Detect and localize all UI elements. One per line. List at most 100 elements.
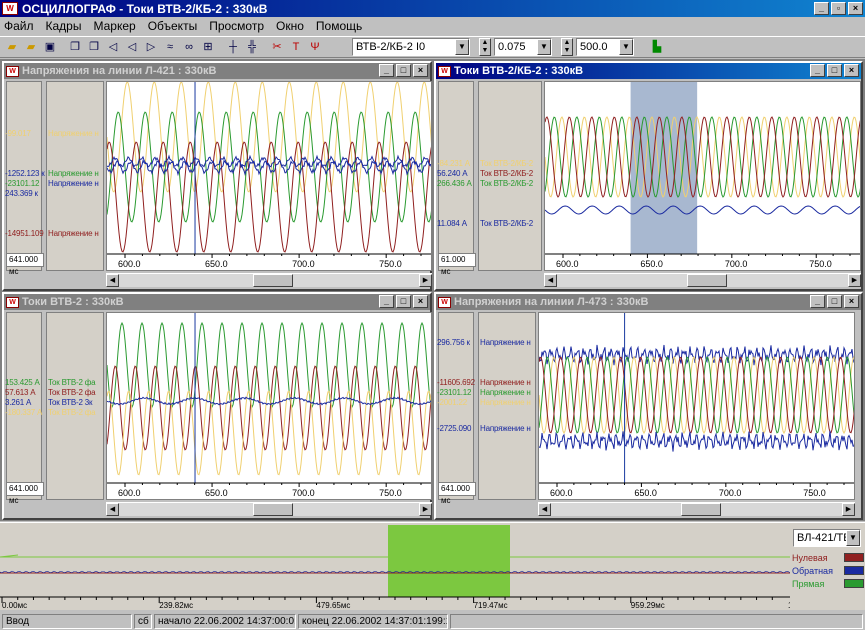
waveform-plot[interactable]: 600.0 650.0 700.0 750.0 (106, 312, 432, 500)
channel-name[interactable]: Напряжение н (480, 388, 536, 397)
oscillograph-icon[interactable]: W (2, 2, 18, 15)
window-vtv2-kb2[interactable]: W Токи ВТВ-2/КБ-2 : 330кВ _ □ × -84.231 А5… (434, 61, 863, 291)
text-icon[interactable]: T (288, 39, 304, 55)
save-icon[interactable]: ▣ (42, 39, 58, 55)
menu-marker[interactable]: Маркер (93, 19, 135, 33)
close-button[interactable]: × (844, 64, 859, 77)
channel-name[interactable]: Напряжение н (480, 398, 536, 407)
menu-help[interactable]: Помощь (316, 19, 362, 33)
range-spinner[interactable]: ▲ ▼ (561, 38, 573, 56)
channel-name[interactable]: Напряжение н (48, 229, 104, 238)
overview-panel[interactable]: 0.00мс 239.82мс 479.65мс 719.47мс 959.29мс 11… (0, 522, 865, 610)
maximize-button[interactable]: □ (396, 64, 411, 77)
channel-name[interactable]: Ток ВТВ-2 фа (48, 378, 104, 387)
channel-name[interactable]: Напряжение н (48, 179, 104, 188)
minimize-button[interactable]: _ (814, 2, 829, 15)
minimize-button[interactable]: _ (379, 295, 394, 308)
channel-name[interactable]: Напряжение н (48, 129, 104, 138)
channel-name[interactable]: Ток ВТВ-2/КБ-2 (480, 159, 542, 168)
menu-objects[interactable]: Объекты (148, 19, 198, 33)
line-select[interactable]: ВЛ-421/ТЕ ▼ (793, 529, 861, 547)
wave-icon[interactable]: ≈ (162, 39, 178, 55)
open-icon[interactable]: ▰ (4, 39, 20, 55)
channel-name[interactable]: Напряжение н (48, 169, 104, 178)
scroll-left-icon[interactable]: ◀ (106, 274, 119, 287)
menu-window[interactable]: Окно (276, 19, 304, 33)
scroll-thumb[interactable] (686, 274, 727, 287)
window-vtv2[interactable]: W Токи ВТВ-2 : 330кВ _ □ × 153.425 А 57.613… (2, 292, 432, 520)
legend-item[interactable]: Нулевая (792, 551, 864, 564)
scroll-left-icon[interactable]: ◀ (106, 503, 119, 516)
menu-frames[interactable]: Кадры (46, 19, 82, 33)
zoom-icon[interactable]: ∞ (181, 39, 197, 55)
scroll-thumb[interactable] (252, 503, 293, 516)
horizontal-scrollbar[interactable]: ◀ ▶ (106, 502, 432, 516)
marker-icon[interactable]: ┼ (225, 39, 241, 55)
channel-name[interactable]: Напряжение н (480, 338, 536, 347)
chevron-down-icon[interactable]: ▼ (455, 39, 469, 55)
cut-icon[interactable]: ✂ (269, 39, 285, 55)
maximize-button[interactable]: □ (827, 295, 842, 308)
horizontal-scrollbar[interactable]: ◀ ▶ (544, 273, 861, 287)
channel-name[interactable]: Ток ВТВ-2/КБ-2 (480, 169, 542, 178)
window-l421[interactable]: W Напряжения на линии Л-421 : 330кВ _ □ × … (2, 61, 432, 291)
window-title-bar[interactable]: W Токи ВТВ-2 : 330кВ _ □ × (4, 294, 430, 310)
window-title-bar[interactable]: W Напряжения на линии Л-473 : 330кВ _ □ × (436, 294, 861, 310)
step-spinner[interactable]: ▲ ▼ (479, 38, 491, 56)
scroll-thumb[interactable] (680, 503, 721, 516)
scroll-right-icon[interactable]: ▶ (419, 503, 432, 516)
first-icon[interactable]: ◁ (105, 39, 121, 55)
window-l473[interactable]: W Напряжения на линии Л-473 : 330кВ _ □ × … (434, 292, 863, 520)
close-button[interactable]: × (844, 295, 859, 308)
menu-view[interactable]: Просмотр (209, 19, 264, 33)
range-combo[interactable]: 500.0 ▼ (576, 38, 634, 56)
scroll-right-icon[interactable]: ▶ (419, 274, 432, 287)
chevron-down-icon[interactable]: ▼ (846, 530, 860, 546)
maximize-button[interactable]: □ (396, 295, 411, 308)
scroll-left-icon[interactable]: ◀ (538, 503, 551, 516)
step-combo[interactable]: 0.075 ▼ (494, 38, 552, 56)
grid-icon[interactable]: ⊞ (200, 39, 216, 55)
overview-plot[interactable]: 0.00мс 239.82мс 479.65мс 719.47мс 959.29мс 11… (0, 523, 790, 611)
waveform-plot[interactable]: 600.0 650.0 700.0 750.0 (544, 81, 861, 271)
channel-name[interactable]: Напряжение н (480, 378, 536, 387)
close-button[interactable]: × (413, 64, 428, 77)
channel-name[interactable]: Ток ВТВ-2 фа (48, 388, 104, 397)
window-title-bar[interactable]: W Токи ВТВ-2/КБ-2 : 330кВ _ □ × (436, 63, 861, 79)
channel-name[interactable]: Ток ВТВ-2 фа (48, 408, 104, 417)
scroll-right-icon[interactable]: ▶ (842, 503, 855, 516)
scroll-thumb[interactable] (252, 274, 293, 287)
copy-icon[interactable]: ❐ (67, 39, 83, 55)
marker2-icon[interactable]: ╬ (244, 39, 260, 55)
menu-file[interactable]: Файл (4, 19, 34, 33)
copy2-icon[interactable]: ❐ (86, 39, 102, 55)
window-title-bar[interactable]: W Напряжения на линии Л-421 : 330кВ _ □ × (4, 63, 430, 79)
channel-name[interactable]: Ток ВТВ-2/КБ-2 (480, 179, 542, 188)
scroll-right-icon[interactable]: ▶ (848, 274, 861, 287)
waveform-plot[interactable]: 600.0 650.0 700.0 750.0 (106, 81, 432, 271)
book-icon[interactable]: ▙ (649, 39, 665, 55)
legend-item[interactable]: Обратная (792, 564, 864, 577)
channel-name[interactable]: Напряжение н (480, 424, 536, 433)
chevron-down-icon[interactable]: ▼ (619, 39, 633, 55)
channel-name[interactable]: Ток ВТВ-2 3к (48, 398, 104, 407)
minimize-button[interactable]: _ (379, 64, 394, 77)
minimize-button[interactable]: _ (810, 295, 825, 308)
chevron-down-icon[interactable]: ▼ (537, 39, 551, 55)
horizontal-scrollbar[interactable]: ◀ ▶ (538, 502, 855, 516)
filter-icon[interactable]: Ψ (307, 39, 323, 55)
waveform-plot[interactable]: 600.0 650.0 700.0 750.0 (538, 312, 855, 500)
open2-icon[interactable]: ▰ (23, 39, 39, 55)
legend-item[interactable]: Прямая (792, 577, 864, 590)
scroll-left-icon[interactable]: ◀ (544, 274, 557, 287)
next-icon[interactable]: ▷ (143, 39, 159, 55)
close-button[interactable]: × (413, 295, 428, 308)
channel-combo[interactable]: ВТВ-2/КБ-2 I0 ▼ (352, 38, 470, 56)
prev-icon[interactable]: ◁ (124, 39, 140, 55)
channel-name[interactable]: Ток ВТВ-2/КБ-2 (480, 219, 542, 228)
minimize-button[interactable]: _ (810, 64, 825, 77)
maximize-button[interactable]: □ (827, 64, 842, 77)
close-button[interactable]: × (848, 2, 863, 15)
horizontal-scrollbar[interactable]: ◀ ▶ (106, 273, 432, 287)
restore-button[interactable]: ▫ (831, 2, 846, 15)
